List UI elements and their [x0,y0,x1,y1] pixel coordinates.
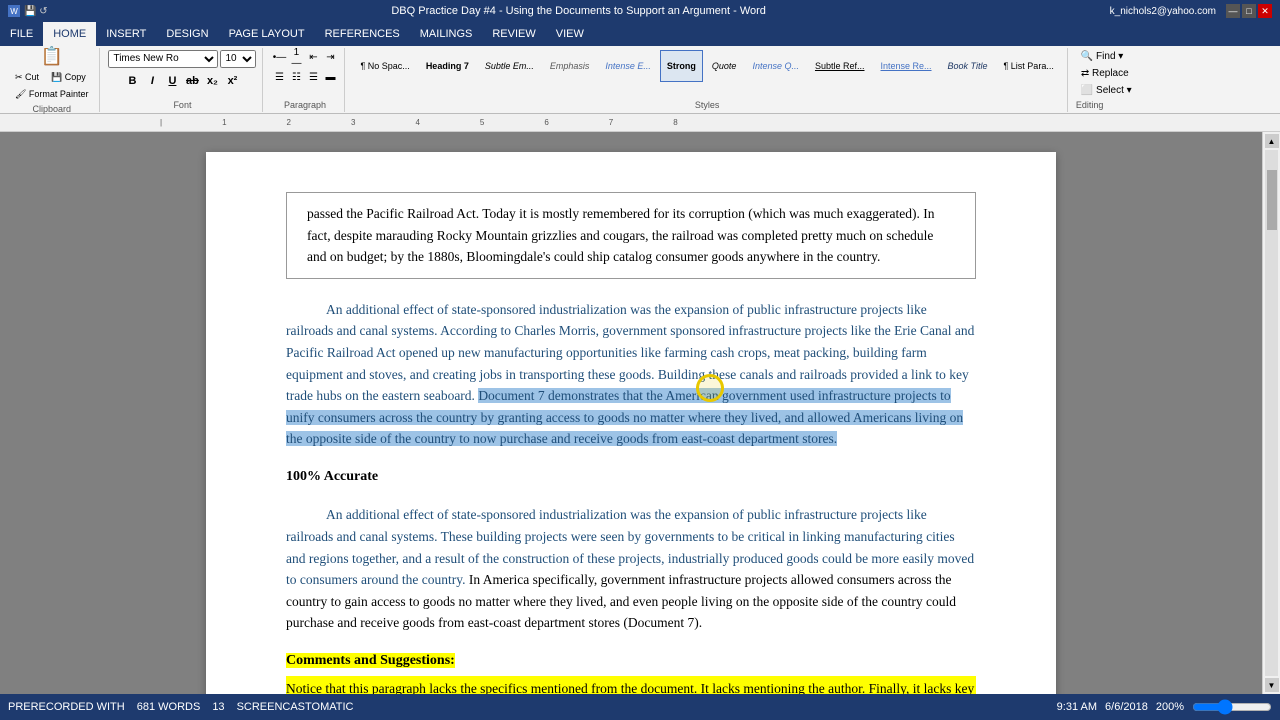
bullets-button[interactable]: •— [271,50,287,66]
styles-label: Styles [695,100,720,110]
zoom-level: 200% [1156,701,1184,713]
scroll-track [1265,150,1278,676]
copy-button[interactable]: 💾 Copy [46,70,91,85]
status-left: PRERECORDED WITH 681 WORDS 13 SCREENCAST… [8,701,354,713]
title-bar: W 💾 ↺ DBQ Practice Day #4 - Using the Do… [0,0,1280,22]
find-button[interactable]: 🔍 Find ▾ [1076,49,1128,64]
paragraph-label: Paragraph [284,100,326,110]
word-count: 681 WORDS [137,701,201,713]
align-right-button[interactable]: ☰ [305,70,321,86]
tab-mailings[interactable]: MAILINGS [410,22,483,46]
paragraph-group: •— 1— ⇤ ⇥ ☰ ☷ ☰ ▬ Paragraph [265,48,345,112]
ruler-marks: | 1 2 3 4 5 6 7 8 [160,118,678,127]
style-intense-e[interactable]: Intense E... [598,50,658,82]
document-area: passed the Pacific Railroad Act. Today i… [0,132,1280,694]
increase-indent-button[interactable]: ⇥ [322,50,338,66]
font-size-select[interactable]: 10 11 12 [220,50,256,68]
align-left-button[interactable]: ☰ [271,70,287,86]
ribbon-tabs: FILE HOME INSERT DESIGN PAGE LAYOUT REFE… [0,22,1280,46]
style-no-spacing[interactable]: ¶ No Spac... [353,50,416,82]
screen-text: SCREENCASTOMATIC [237,701,354,713]
prerecorded-label: PRERECORDED WITH [8,701,125,713]
tab-references[interactable]: REFERENCES [315,22,410,46]
decrease-indent-button[interactable]: ⇤ [305,50,321,66]
paragraph-1: An additional effect of state-sponsored … [286,299,976,450]
minimize-button[interactable]: — [1226,4,1240,18]
cut-button[interactable]: ✂ Cut [10,70,44,85]
right-scrollbar-panel: ▲ ▼ [1262,132,1280,694]
accurate-label: 100% Accurate [286,466,976,488]
style-subtle-em[interactable]: Subtle Em... [478,50,541,82]
tab-design[interactable]: DESIGN [156,22,218,46]
scroll-up-button[interactable]: ▲ [1265,134,1279,148]
subscript-button[interactable]: x₂ [203,72,221,90]
scroll-thumb[interactable] [1267,170,1277,230]
tab-home[interactable]: HOME [43,22,96,46]
style-intense-q[interactable]: Intense Q... [745,50,806,82]
comments-body: Notice that this paragraph lacks the spe… [286,676,976,694]
document-page: passed the Pacific Railroad Act. Today i… [206,152,1056,694]
style-heading7[interactable]: Heading 7 [419,50,476,82]
select-button[interactable]: ⬜ Select ▾ [1076,83,1137,98]
ribbon-content: 📋 ✂ Cut 💾 Copy 🖌 Format Painter Clipboar… [0,46,1280,114]
tab-page-layout[interactable]: PAGE LAYOUT [219,22,315,46]
align-center-button[interactable]: ☷ [288,70,304,86]
paragraph-2: An additional effect of state-sponsored … [286,504,976,634]
status-right: 9:31 AM 6/6/2018 200% [1057,701,1272,713]
clipboard-group: 📋 ✂ Cut 💾 Copy 🖌 Format Painter Clipboar… [4,48,100,112]
quoted-box-text: passed the Pacific Railroad Act. Today i… [307,206,935,264]
numbering-button[interactable]: 1— [288,50,304,66]
quoted-text-box: passed the Pacific Railroad Act. Today i… [286,192,976,279]
time-display: 9:31 AM [1057,701,1097,713]
italic-button[interactable]: I [143,72,161,90]
font-name-select[interactable]: Times New Ro [108,50,218,68]
tab-insert[interactable]: INSERT [96,22,156,46]
underline-button[interactable]: U [163,72,181,90]
zoom-slider[interactable] [1192,702,1272,712]
justify-button[interactable]: ▬ [322,70,338,86]
editing-group: 🔍 Find ▾ ⇄ Replace ⬜ Select ▾ Editing [1070,48,1143,112]
superscript-button[interactable]: x² [223,72,241,90]
bold-button[interactable]: B [123,72,141,90]
scroll-down-button[interactable]: ▼ [1265,678,1279,692]
clipboard-label: Clipboard [32,104,71,114]
page-info: 13 [212,701,224,713]
styles-group: ¶ No Spac... Heading 7 Subtle Em... Emph… [347,48,1067,112]
comments-heading-line: Comments and Suggestions: [286,650,976,672]
comments-section: Comments and Suggestions: Notice that th… [286,650,976,694]
tab-view[interactable]: VIEW [546,22,594,46]
tab-file[interactable]: FILE [0,22,43,46]
comments-heading: Comments and Suggestions: [286,653,455,668]
replace-button[interactable]: ⇄ Replace [1076,66,1134,81]
font-label: Font [173,100,191,110]
date-display: 6/6/2018 [1105,701,1148,713]
styles-gallery: ¶ No Spac... Heading 7 Subtle Em... Emph… [353,50,1060,82]
style-list-para[interactable]: ¶ List Para... [996,50,1060,82]
ruler: | 1 2 3 4 5 6 7 8 [0,114,1280,132]
style-book-title[interactable]: Book Title [941,50,995,82]
editing-label: Editing [1076,100,1104,110]
strikethrough-button[interactable]: ab [183,72,201,90]
app-icon: W [8,5,20,17]
style-subtle-ref[interactable]: Subtle Ref... [808,50,872,82]
style-quote[interactable]: Quote [705,50,744,82]
font-group: Times New Ro 10 11 12 B I U ab x₂ x² Fon… [102,48,263,112]
close-button[interactable]: ✕ [1258,4,1272,18]
format-painter-button[interactable]: 🖌 Format Painter [10,87,93,102]
paste-button[interactable]: 📋 [10,45,93,68]
window-title: DBQ Practice Day #4 - Using the Document… [48,5,1110,17]
style-emphasis[interactable]: Emphasis [543,50,597,82]
style-strong[interactable]: Strong [660,50,703,82]
style-intense-ref[interactable]: Intense Re... [874,50,939,82]
tab-review[interactable]: REVIEW [482,22,545,46]
user-email: k_nichols2@yahoo.com [1110,6,1216,17]
status-bar: PRERECORDED WITH 681 WORDS 13 SCREENCAST… [0,694,1280,720]
restore-button[interactable]: □ [1242,4,1256,18]
document-scroll[interactable]: passed the Pacific Railroad Act. Today i… [0,132,1262,694]
